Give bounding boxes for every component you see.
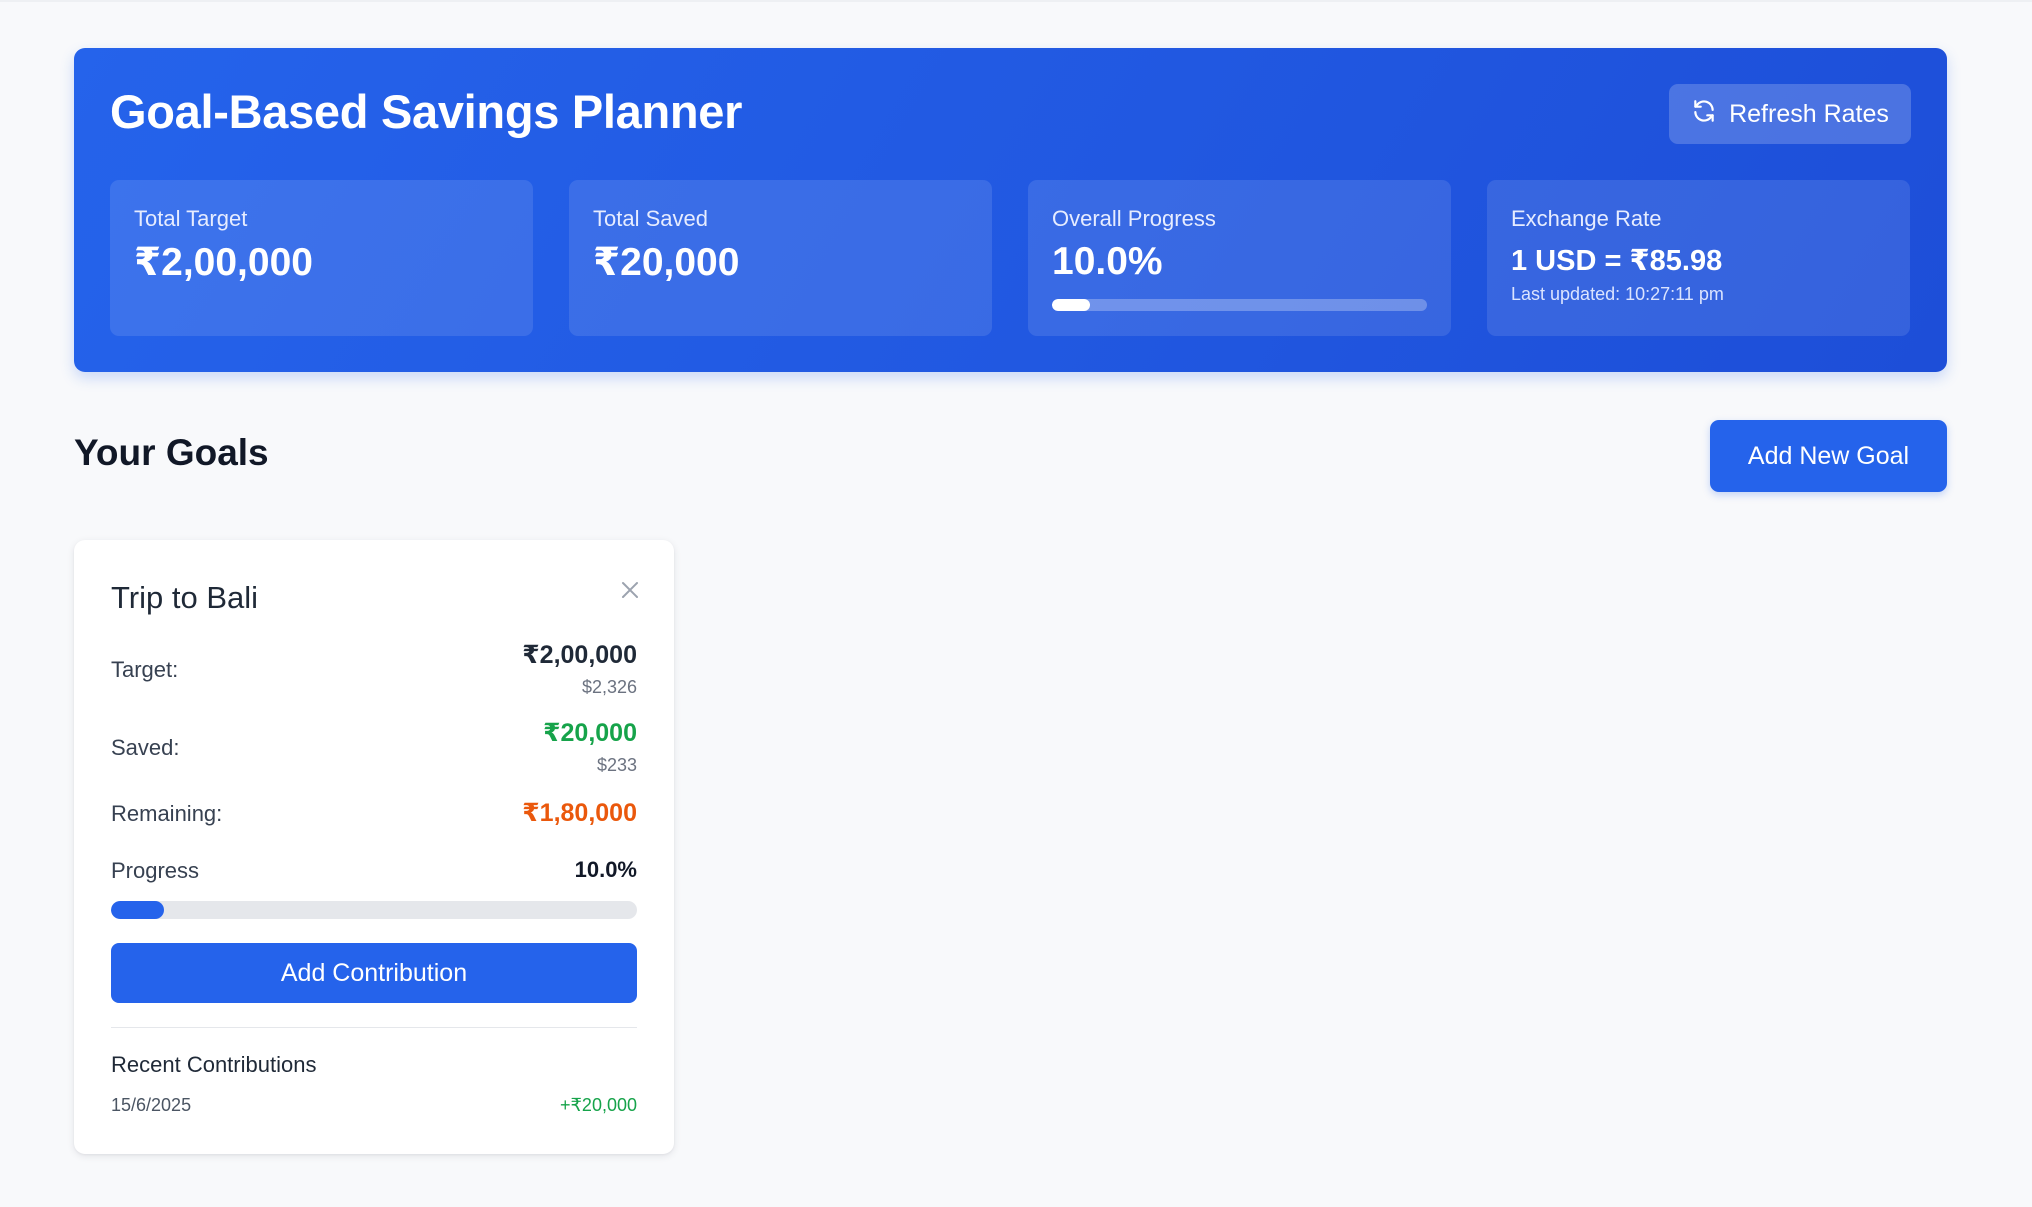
remaining-inr-value: ₹1,80,000	[522, 799, 637, 827]
target-label: Target:	[111, 657, 179, 682]
add-new-goal-button[interactable]: Add New Goal	[1710, 420, 1947, 492]
saved-usd-value: $233	[596, 755, 637, 775]
divider	[111, 1027, 637, 1028]
stat-overall-progress: Overall Progress 10.0%	[1028, 180, 1451, 336]
goal-progress-fill	[111, 901, 164, 919]
last-updated-text: Last updated: 10:27:11 pm	[1511, 284, 1724, 304]
target-usd-value: $2,326	[581, 677, 637, 697]
add-contribution-button[interactable]: Add Contribution	[111, 943, 637, 1003]
overall-progress-fill	[1052, 299, 1090, 311]
goals-section-title: Your Goals	[74, 432, 269, 473]
summary-header: Goal-Based Savings Planner Refresh Rates…	[74, 48, 1947, 372]
exchange-rate-value: 1 USD = ₹85.98	[1511, 245, 1723, 277]
top-rule	[0, 0, 2032, 2]
goal-name: Trip to Bali	[111, 580, 259, 615]
progress-label: Progress	[111, 858, 200, 883]
stat-total-saved: Total Saved ₹20,000	[569, 180, 992, 336]
recent-contributions-title: Recent Contributions	[111, 1052, 317, 1077]
stat-value: 10.0%	[1052, 240, 1163, 283]
stat-total-target: Total Target ₹2,00,000	[110, 180, 533, 336]
stat-exchange-rate: Exchange Rate 1 USD = ₹85.98 Last update…	[1487, 180, 1910, 336]
stat-value: ₹2,00,000	[134, 241, 313, 284]
saved-label: Saved:	[111, 735, 180, 760]
close-icon[interactable]	[618, 578, 642, 602]
stat-label: Exchange Rate	[1511, 206, 1662, 231]
stat-label: Total Target	[134, 206, 248, 231]
page-title: Goal-Based Savings Planner	[110, 85, 743, 138]
stat-label: Overall Progress	[1052, 206, 1216, 231]
remaining-label: Remaining:	[111, 801, 223, 826]
contribution-date: 15/6/2025	[111, 1095, 192, 1115]
refresh-icon	[1691, 98, 1717, 131]
contribution-amount: +₹20,000	[559, 1095, 637, 1115]
refresh-rates-button[interactable]: Refresh Rates	[1669, 84, 1911, 144]
refresh-rates-label: Refresh Rates	[1729, 99, 1889, 128]
target-inr-value: ₹2,00,000	[522, 641, 637, 669]
goal-progress-bar	[111, 901, 637, 919]
stat-label: Total Saved	[593, 206, 708, 231]
overall-progress-bar	[1052, 299, 1427, 311]
stat-value: ₹20,000	[593, 241, 740, 284]
progress-value: 10.0%	[574, 857, 637, 882]
saved-inr-value: ₹20,000	[543, 719, 637, 747]
goal-card: Trip to Bali Target: ₹2,00,000 $2,326 Sa…	[74, 540, 674, 1154]
